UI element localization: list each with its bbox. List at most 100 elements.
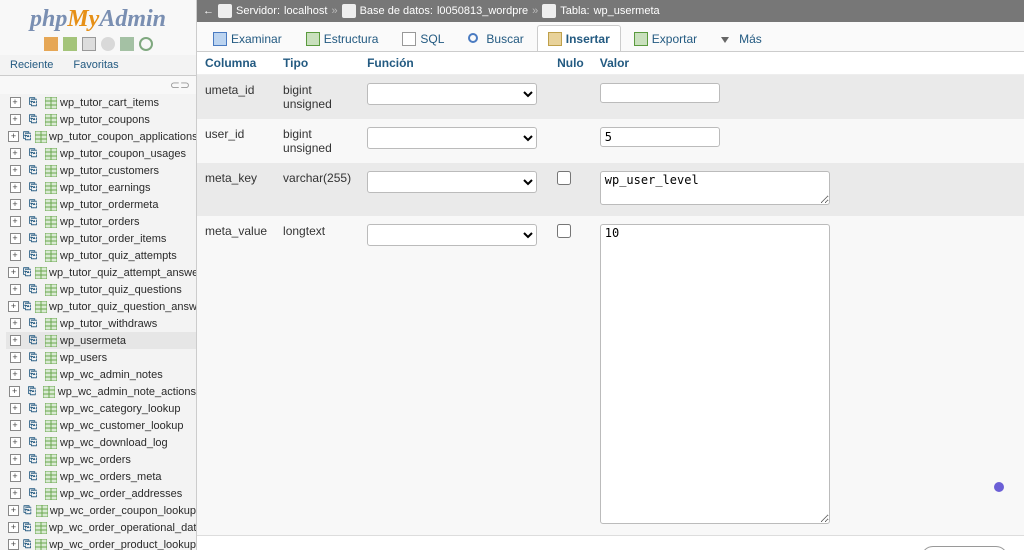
- expand-icon[interactable]: +: [8, 266, 19, 280]
- expand-icon[interactable]: +: [8, 317, 22, 331]
- tab-recent[interactable]: Reciente: [0, 55, 63, 75]
- expand-icon[interactable]: +: [8, 181, 22, 195]
- tree-item-wp_tutor_quiz_attempt_answers[interactable]: +⎘wp_tutor_quiz_attempt_answers: [6, 264, 196, 281]
- tab-estructura[interactable]: Estructura: [295, 25, 390, 51]
- link-icon[interactable]: ⎘: [26, 351, 40, 365]
- continue-button[interactable]: Continuar: [921, 546, 1008, 550]
- expand-icon[interactable]: +: [8, 283, 22, 297]
- tab-insertar[interactable]: Insertar: [537, 25, 621, 51]
- tree-item-wp_usermeta[interactable]: +⎘wp_usermeta: [6, 332, 196, 349]
- expand-icon[interactable]: +: [8, 351, 22, 365]
- tree-item-wp_wc_orders[interactable]: +⎘wp_wc_orders: [6, 451, 196, 468]
- tree-item-wp_tutor_orders[interactable]: +⎘wp_tutor_orders: [6, 213, 196, 230]
- panel-handle-icon[interactable]: ⊂⊃: [0, 76, 196, 94]
- home-icon[interactable]: [44, 37, 58, 51]
- db-tree[interactable]: +⎘wp_tutor_cart_items+⎘wp_tutor_coupons+…: [0, 94, 196, 550]
- tree-item-wp_users[interactable]: +⎘wp_users: [6, 349, 196, 366]
- expand-icon[interactable]: +: [8, 470, 22, 484]
- tree-item-wp_wc_admin_note_actions[interactable]: +⎘wp_wc_admin_note_actions: [6, 383, 196, 400]
- expand-icon[interactable]: +: [8, 504, 19, 518]
- tree-item-wp_tutor_coupon_applications[interactable]: +⎘wp_tutor_coupon_applications: [6, 128, 196, 145]
- link-icon[interactable]: ⎘: [26, 436, 40, 450]
- assistant-dot-icon[interactable]: [994, 482, 1004, 492]
- link-icon[interactable]: ⎘: [26, 317, 40, 331]
- link-icon[interactable]: ⎘: [26, 419, 40, 433]
- link-icon[interactable]: ⎘: [23, 538, 31, 550]
- function-select[interactable]: [367, 224, 537, 246]
- expand-icon[interactable]: +: [8, 521, 19, 535]
- expand-icon[interactable]: +: [8, 453, 22, 467]
- link-icon[interactable]: ⎘: [23, 130, 31, 144]
- value-textarea[interactable]: wp_user_level: [600, 171, 830, 205]
- tree-item-wp_tutor_earnings[interactable]: +⎘wp_tutor_earnings: [6, 179, 196, 196]
- logo[interactable]: phpMyAdmin: [0, 0, 196, 37]
- link-icon[interactable]: ⎘: [26, 249, 40, 263]
- tree-item-wp_wc_download_log[interactable]: +⎘wp_wc_download_log: [6, 434, 196, 451]
- link-icon[interactable]: ⎘: [26, 181, 40, 195]
- tree-item-wp_wc_orders_meta[interactable]: +⎘wp_wc_orders_meta: [6, 468, 196, 485]
- expand-icon[interactable]: +: [8, 232, 22, 246]
- tree-item-wp_tutor_cart_items[interactable]: +⎘wp_tutor_cart_items: [6, 94, 196, 111]
- tree-item-wp_tutor_quiz_question_answers[interactable]: +⎘wp_tutor_quiz_question_answers: [6, 298, 196, 315]
- expand-icon[interactable]: +: [8, 538, 19, 550]
- tree-item-wp_tutor_customers[interactable]: +⎘wp_tutor_customers: [6, 162, 196, 179]
- value-input[interactable]: [600, 127, 720, 147]
- tree-item-wp_wc_category_lookup[interactable]: +⎘wp_wc_category_lookup: [6, 400, 196, 417]
- expand-icon[interactable]: +: [8, 147, 22, 161]
- expand-icon[interactable]: +: [8, 402, 22, 416]
- tree-item-wp_tutor_quiz_attempts[interactable]: +⎘wp_tutor_quiz_attempts: [6, 247, 196, 264]
- link-icon[interactable]: ⎘: [25, 385, 38, 399]
- tab-sql[interactable]: SQL: [391, 25, 455, 51]
- tree-item-wp_tutor_quiz_questions[interactable]: +⎘wp_tutor_quiz_questions: [6, 281, 196, 298]
- link-icon[interactable]: ⎘: [26, 334, 40, 348]
- tree-item-wp_wc_admin_notes[interactable]: +⎘wp_wc_admin_notes: [6, 366, 196, 383]
- value-input[interactable]: [600, 83, 720, 103]
- tree-item-wp_wc_order_operational_data[interactable]: +⎘wp_wc_order_operational_data: [6, 519, 196, 536]
- tree-item-wp_wc_customer_lookup[interactable]: +⎘wp_wc_customer_lookup: [6, 417, 196, 434]
- expand-icon[interactable]: +: [8, 385, 21, 399]
- tab-mas[interactable]: Más: [710, 25, 773, 51]
- link-icon[interactable]: ⎘: [26, 215, 40, 229]
- tree-item-wp_wc_order_addresses[interactable]: +⎘wp_wc_order_addresses: [6, 485, 196, 502]
- reload-icon[interactable]: [139, 37, 153, 51]
- back-button[interactable]: ←: [203, 5, 214, 17]
- tab-buscar[interactable]: Buscar: [457, 25, 534, 51]
- db-icon[interactable]: [101, 37, 115, 51]
- expand-icon[interactable]: +: [8, 487, 22, 501]
- settings-icon[interactable]: [120, 37, 134, 51]
- expand-icon[interactable]: +: [8, 300, 19, 314]
- function-select[interactable]: [367, 83, 537, 105]
- link-icon[interactable]: ⎘: [23, 300, 31, 314]
- tbl-value[interactable]: wp_usermeta: [594, 5, 660, 17]
- tree-item-wp_tutor_withdraws[interactable]: +⎘wp_tutor_withdraws: [6, 315, 196, 332]
- link-icon[interactable]: ⎘: [26, 96, 40, 110]
- expand-icon[interactable]: +: [8, 436, 22, 450]
- value-textarea[interactable]: 10: [600, 224, 830, 524]
- expand-icon[interactable]: +: [8, 164, 22, 178]
- docs-icon[interactable]: [82, 37, 96, 51]
- link-icon[interactable]: ⎘: [26, 232, 40, 246]
- tab-exportar[interactable]: Exportar: [623, 25, 708, 51]
- expand-icon[interactable]: +: [8, 130, 19, 144]
- tab-examinar[interactable]: Examinar: [202, 25, 293, 51]
- tab-favorites[interactable]: Favoritas: [63, 55, 128, 75]
- null-checkbox[interactable]: [557, 171, 571, 185]
- tree-item-wp_tutor_order_items[interactable]: +⎘wp_tutor_order_items: [6, 230, 196, 247]
- expand-icon[interactable]: +: [8, 249, 22, 263]
- link-icon[interactable]: ⎘: [26, 487, 40, 501]
- tree-item-wp_tutor_coupons[interactable]: +⎘wp_tutor_coupons: [6, 111, 196, 128]
- link-icon[interactable]: ⎘: [26, 164, 40, 178]
- link-icon[interactable]: ⎘: [23, 266, 31, 280]
- expand-icon[interactable]: +: [8, 215, 22, 229]
- tree-item-wp_tutor_coupon_usages[interactable]: +⎘wp_tutor_coupon_usages: [6, 145, 196, 162]
- link-icon[interactable]: ⎘: [26, 470, 40, 484]
- null-checkbox[interactable]: [557, 224, 571, 238]
- exit-icon[interactable]: [63, 37, 77, 51]
- expand-icon[interactable]: +: [8, 113, 22, 127]
- link-icon[interactable]: ⎘: [26, 113, 40, 127]
- expand-icon[interactable]: +: [8, 419, 22, 433]
- tree-item-wp_tutor_ordermeta[interactable]: +⎘wp_tutor_ordermeta: [6, 196, 196, 213]
- link-icon[interactable]: ⎘: [26, 453, 40, 467]
- expand-icon[interactable]: +: [8, 334, 22, 348]
- link-icon[interactable]: ⎘: [23, 504, 32, 518]
